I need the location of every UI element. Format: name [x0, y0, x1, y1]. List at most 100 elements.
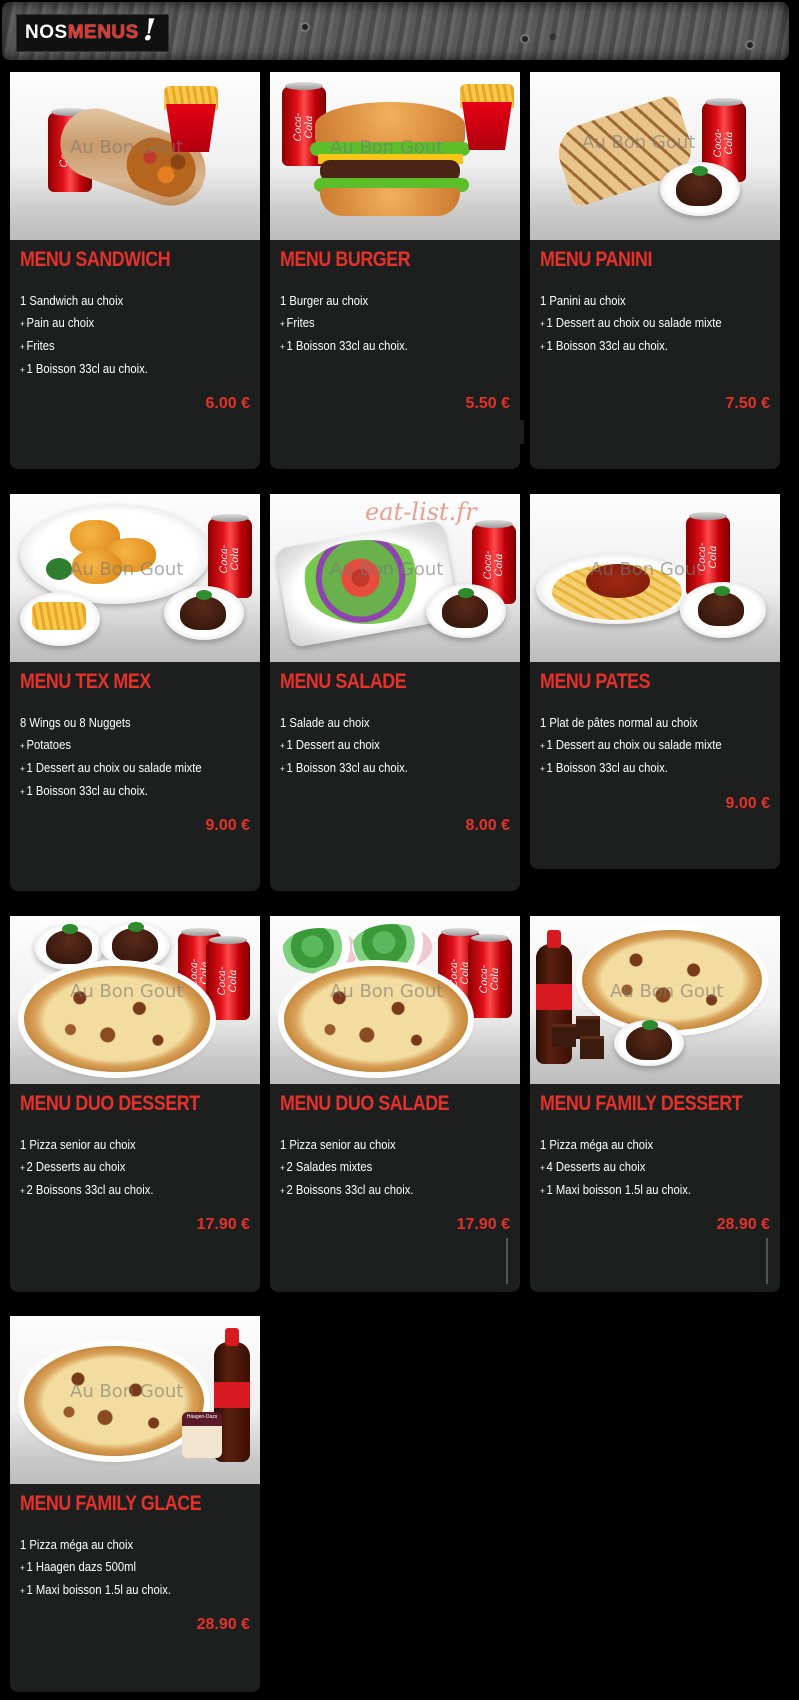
- bolt-icon: [302, 24, 308, 30]
- menu-items: 1 Panini au choix +1 Dessert au choix ou…: [540, 290, 722, 358]
- menu-price: 28.90 €: [196, 1616, 250, 1633]
- menu-item: 1 Sandwich au choix: [20, 294, 124, 308]
- plus-icon: +: [280, 741, 285, 751]
- menu-card-family-dessert[interactable]: Au Bon Gout MENU FAMILY DESSERT 1 Pizza …: [530, 916, 780, 1292]
- menu-item: +1 Dessert au choix ou salade mixte: [540, 738, 722, 752]
- menu-title: MENU PANINI: [540, 248, 653, 271]
- pizza-icon: [582, 930, 762, 1030]
- menu-item: +4 Desserts au choix: [540, 1160, 646, 1174]
- menu-item: 1 Pizza senior au choix: [20, 1138, 136, 1152]
- menu-item: 1 Burger au choix: [280, 294, 369, 308]
- plus-icon: +: [20, 787, 25, 797]
- plus-icon: +: [20, 741, 25, 751]
- menu-item: +1 Boisson 33cl au choix.: [540, 761, 668, 775]
- menu-card-sandwich[interactable]: Coca-Cola Au Bon Gout MENU SANDWICH 1 Sa…: [10, 72, 260, 469]
- watermark: Au Bon Gout: [582, 132, 696, 153]
- divider: [506, 1238, 508, 1284]
- potatoes-icon: [32, 602, 86, 630]
- menu-photo: Coca-Cola Au Bon Gout: [530, 72, 780, 240]
- site-watermark: eat-list.fr: [365, 498, 477, 526]
- divider: [766, 1238, 768, 1284]
- menu-item: +1 Dessert au choix ou salade mixte: [20, 761, 202, 775]
- menu-item: +1 Dessert au choix: [280, 738, 380, 752]
- menu-item: + Frites: [280, 316, 315, 330]
- menu-card-pates[interactable]: Coca-Cola Au Bon Gout MENU PATES 1 Plat …: [530, 494, 780, 869]
- watermark: Au Bon Gout: [70, 981, 184, 1002]
- menu-items: 1 Salade au choix +1 Dessert au choix +1…: [280, 712, 408, 780]
- menu-title: MENU FAMILY GLACE: [20, 1492, 202, 1515]
- menu-item: +2 Salades mixtes: [280, 1160, 373, 1174]
- plus-icon: +: [540, 1163, 545, 1173]
- menu-price: 7.50 €: [725, 395, 770, 412]
- menu-items: 1 Burger au choix + Frites +1 Boisson 33c…: [280, 290, 408, 358]
- broccoli-icon: [46, 558, 72, 580]
- menu-item: +2 Boissons 33cl au choix.: [280, 1183, 414, 1197]
- menu-card-salade[interactable]: Coca-Cola eat-list.fr Au Bon Gout MENU S…: [270, 494, 520, 891]
- burger-bun-bottom-icon: [320, 188, 460, 216]
- plus-icon: +: [20, 1586, 25, 1596]
- menu-title: MENU SANDWICH: [20, 248, 171, 271]
- menu-price: 6.00 €: [205, 395, 250, 412]
- menu-item: +1 Boisson 33cl au choix.: [20, 362, 148, 376]
- menu-item: 1 Pizza méga au choix: [20, 1538, 134, 1552]
- menu-card-tex-mex[interactable]: Coca-Cola Au Bon Gout MENU TEX MEX 8 Win…: [10, 494, 260, 891]
- watermark: Au Bon Gout: [330, 559, 444, 580]
- menu-card-duo-salade[interactable]: Coca-Cola Coca-Cola Au Bon Gout MENU DUO…: [270, 916, 520, 1292]
- menu-item: +1 Dessert au choix ou salade mixte: [540, 316, 722, 330]
- salad-icon: [302, 540, 432, 624]
- logo-text-menus: MENUS: [67, 22, 139, 43]
- menu-item: + Frites: [20, 339, 55, 353]
- bolt-icon: [522, 36, 528, 42]
- menu-photo: Häagen-Dazs Au Bon Gout: [10, 1316, 260, 1484]
- plus-icon: +: [20, 342, 25, 352]
- logo-exclamation: !: [142, 12, 156, 48]
- salad-icon: [282, 928, 358, 974]
- plus-icon: +: [540, 741, 545, 751]
- menu-item: 1 Pizza méga au choix: [540, 1138, 654, 1152]
- salad-icon: [352, 924, 432, 970]
- header-banner: NOS MENUS !: [2, 2, 789, 60]
- plus-icon: +: [280, 342, 285, 352]
- plus-icon: +: [540, 319, 545, 329]
- menu-photo: Coca-Cola Au Bon Gout: [10, 494, 260, 662]
- menu-items: 1 Pizza senior au choix +2 Desserts au c…: [20, 1134, 153, 1202]
- plus-icon: +: [280, 1186, 285, 1196]
- menu-title: MENU FAMILY DESSERT: [540, 1092, 743, 1115]
- menu-item: 1 Pizza senior au choix: [280, 1138, 396, 1152]
- chocolate-cake-icon: [46, 924, 92, 964]
- cola-can-icon: Coca-Cola: [468, 934, 512, 1018]
- logo-text-nos: NOS: [25, 22, 68, 43]
- plus-icon: +: [540, 764, 545, 774]
- fries-box-icon: [462, 102, 512, 150]
- menu-item: 1 Panini au choix: [540, 294, 626, 308]
- menu-item: 1 Plat de pâtes normal au choix: [540, 716, 698, 730]
- menu-card-duo-dessert[interactable]: Coca-Cola Coca-Cola Au Bon Gout MENU DUO…: [10, 916, 260, 1292]
- watermark: Au Bon Gout: [590, 559, 704, 580]
- plus-icon: +: [20, 1186, 25, 1196]
- divider: [520, 420, 524, 444]
- plus-icon: +: [20, 1563, 25, 1573]
- menu-price: 9.00 €: [205, 817, 250, 834]
- menu-title: MENU DUO DESSERT: [20, 1092, 200, 1115]
- menu-title: MENU BURGER: [280, 248, 411, 271]
- plus-icon: +: [540, 342, 545, 352]
- menu-item: +1 Boisson 33cl au choix.: [540, 339, 668, 353]
- plus-icon: +: [20, 764, 25, 774]
- watermark: Au Bon Gout: [610, 981, 724, 1002]
- brownie-icon: [552, 1024, 576, 1047]
- chocolate-cake-icon: [698, 586, 744, 626]
- menu-item: +2 Desserts au choix: [20, 1160, 126, 1174]
- menu-price: 17.90 €: [456, 1216, 510, 1233]
- menu-price: 5.50 €: [465, 395, 510, 412]
- menu-card-burger[interactable]: Coca-Cola Au Bon Gout MENU BURGER 1 Burg…: [270, 72, 520, 469]
- cola-can-icon: Coca-Cola: [206, 936, 250, 1020]
- chocolate-cake-icon: [112, 922, 158, 962]
- plus-icon: +: [20, 365, 25, 375]
- menu-item: +1 Maxi boisson 1.5l au choix.: [20, 1583, 172, 1597]
- menu-card-family-glace[interactable]: Häagen-Dazs Au Bon Gout MENU FAMILY GLAC…: [10, 1316, 260, 1692]
- chocolate-cake-icon: [626, 1020, 672, 1060]
- menu-item: +1 Boisson 33cl au choix.: [280, 761, 408, 775]
- menu-item: +1 Boisson 33cl au choix.: [20, 784, 148, 798]
- menu-card-panini[interactable]: Coca-Cola Au Bon Gout MENU PANINI 1 Pani…: [530, 72, 780, 469]
- menu-title: MENU DUO SALADE: [280, 1092, 450, 1115]
